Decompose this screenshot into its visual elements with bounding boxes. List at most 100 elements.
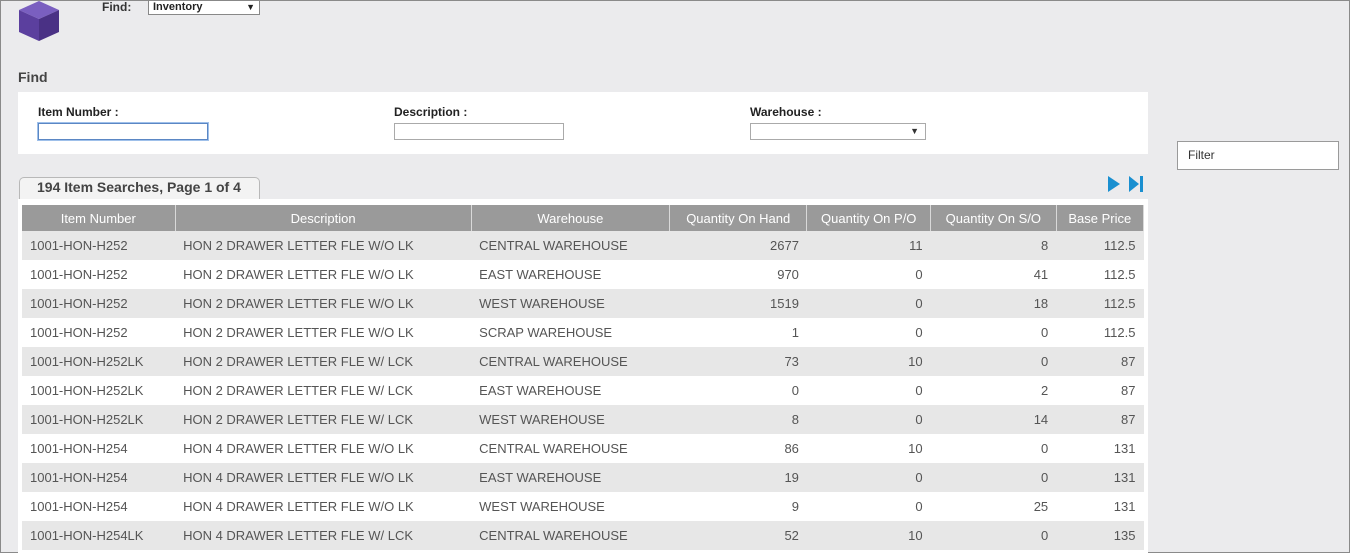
column-header[interactable]: Warehouse (471, 205, 671, 231)
table-cell: 10 (806, 347, 931, 376)
table-cell: HON 4 DRAWER LETTER FLE W/ LCK (175, 521, 472, 550)
table-cell: 1001-HON-H252 (22, 318, 176, 347)
table-cell: 131 (1056, 434, 1144, 463)
table-cell: 87 (1056, 347, 1144, 376)
next-page-icon[interactable] (1106, 174, 1122, 194)
table-row[interactable]: 1001-HON-H254LK HON 4 DRAWER LETTER FLE W… (22, 521, 1144, 550)
table-cell: 0 (806, 260, 931, 289)
table-cell: HON 4 DRAWER LETTER FLE W/O LK (175, 463, 472, 492)
table-body: 1001-HON-H252 HON 2 DRAWER LETTER FLE W/O… (22, 231, 1144, 550)
table-cell: 1001-HON-H252 (22, 289, 176, 318)
table-cell: 87 (1056, 405, 1144, 434)
table-row[interactable]: 1001-HON-H254 HON 4 DRAWER LETTER FLE W/O… (22, 492, 1144, 521)
table-cell: 135 (1056, 521, 1144, 550)
table-cell: 0 (806, 318, 931, 347)
table-cell: 131 (1056, 492, 1144, 521)
find-select[interactable]: Inventory ▼ (148, 0, 260, 15)
table-cell: 1001-HON-H254 (22, 434, 176, 463)
table-cell: 1001-HON-H252LK (22, 376, 176, 405)
column-header[interactable]: Description (175, 205, 472, 231)
description-input[interactable] (394, 123, 564, 140)
table-cell: 0 (806, 463, 931, 492)
table-cell: HON 2 DRAWER LETTER FLE W/ LCK (175, 347, 472, 376)
results-tab[interactable]: 194 Item Searches, Page 1 of 4 (19, 177, 260, 199)
table-cell: 1001-HON-H254LK (22, 521, 176, 550)
item-number-label: Item Number : (38, 105, 119, 119)
column-header[interactable]: Quantity On P/O (806, 205, 932, 231)
table-cell: HON 4 DRAWER LETTER FLE W/O LK (175, 434, 472, 463)
table-cell: 11 (806, 231, 931, 260)
table-cell: EAST WAREHOUSE (471, 260, 670, 289)
table-cell: 1001-HON-H254 (22, 492, 176, 521)
cube-icon (19, 1, 59, 41)
dropdown-arrow-icon: ▼ (910, 126, 919, 136)
table-cell: 970 (669, 260, 807, 289)
table-header-row: Item Number Description Warehouse Quantity … (22, 205, 1145, 231)
table-cell: 0 (669, 376, 807, 405)
table-cell: WEST WAREHOUSE (471, 405, 670, 434)
table-cell: 0 (930, 318, 1057, 347)
find-label: Find: (102, 0, 132, 14)
table-row[interactable]: 1001-HON-H252LK HON 2 DRAWER LETTER FLE W… (22, 405, 1144, 434)
table-cell: 2677 (669, 231, 807, 260)
table-row[interactable]: 1001-HON-H252 HON 2 DRAWER LETTER FLE W/O… (22, 260, 1144, 289)
table-cell: 1519 (669, 289, 807, 318)
table-cell: 87 (1056, 376, 1144, 405)
table-cell: 0 (806, 289, 931, 318)
table-cell: 0 (930, 434, 1057, 463)
table-cell: HON 2 DRAWER LETTER FLE W/O LK (175, 318, 472, 347)
table-cell: 18 (930, 289, 1057, 318)
table-row[interactable]: 1001-HON-H252 HON 2 DRAWER LETTER FLE W/O… (22, 289, 1144, 318)
table-cell: 19 (669, 463, 807, 492)
table-row[interactable]: 1001-HON-H254 HON 4 DRAWER LETTER FLE W/O… (22, 463, 1144, 492)
table-row[interactable]: 1001-HON-H254 HON 4 DRAWER LETTER FLE W/O… (22, 434, 1144, 463)
table-cell: 0 (806, 405, 931, 434)
last-page-icon[interactable] (1128, 174, 1144, 194)
table-cell: 10 (806, 434, 931, 463)
table-cell: 14 (930, 405, 1057, 434)
search-panel: Item Number : Description : Warehouse : … (18, 92, 1148, 154)
column-header[interactable]: Quantity On S/O (930, 205, 1057, 231)
filter-button[interactable]: Filter (1177, 141, 1339, 170)
table-row[interactable]: 1001-HON-H252 HON 2 DRAWER LETTER FLE W/O… (22, 318, 1144, 347)
table-cell: 1001-HON-H252LK (22, 405, 176, 434)
table-cell: HON 4 DRAWER LETTER FLE W/O LK (175, 492, 472, 521)
section-title: Find (18, 69, 48, 85)
table-cell: HON 2 DRAWER LETTER FLE W/O LK (175, 260, 472, 289)
column-header[interactable]: Item Number (22, 205, 176, 231)
table-cell: HON 2 DRAWER LETTER FLE W/ LCK (175, 405, 472, 434)
table-row[interactable]: 1001-HON-H252 HON 2 DRAWER LETTER FLE W/O… (22, 231, 1144, 260)
warehouse-label: Warehouse : (750, 105, 822, 119)
table-cell: CENTRAL WAREHOUSE (471, 347, 670, 376)
table-cell: 1001-HON-H252LK (22, 347, 176, 376)
table-cell: 0 (930, 347, 1057, 376)
find-select-value: Inventory (153, 1, 203, 13)
table-cell: WEST WAREHOUSE (471, 492, 670, 521)
table-cell: 25 (930, 492, 1057, 521)
table-cell: SCRAP WAREHOUSE (471, 318, 670, 347)
table-cell: 1001-HON-H252 (22, 260, 176, 289)
results-table: Item Number Description Warehouse Quantity … (22, 205, 1145, 550)
table-cell: 86 (669, 434, 807, 463)
table-row[interactable]: 1001-HON-H252LK HON 2 DRAWER LETTER FLE W… (22, 347, 1144, 376)
table-cell: HON 2 DRAWER LETTER FLE W/ LCK (175, 376, 472, 405)
table-cell: 8 (930, 231, 1057, 260)
table-cell: 1 (669, 318, 807, 347)
table-cell: 0 (806, 492, 931, 521)
table-cell: 2 (930, 376, 1057, 405)
table-cell: 0 (930, 463, 1057, 492)
table-row[interactable]: 1001-HON-H252LK HON 2 DRAWER LETTER FLE W… (22, 376, 1144, 405)
column-header[interactable]: Quantity On Hand (669, 205, 808, 231)
table-cell: 1001-HON-H254 (22, 463, 176, 492)
table-cell: 9 (669, 492, 807, 521)
table-cell: WEST WAREHOUSE (471, 289, 670, 318)
table-cell: EAST WAREHOUSE (471, 463, 670, 492)
warehouse-select[interactable]: ▼ (750, 123, 926, 140)
results-panel: Item Number Description Warehouse Quantity … (18, 199, 1148, 553)
table-cell: 8 (669, 405, 807, 434)
table-cell: CENTRAL WAREHOUSE (471, 434, 670, 463)
table-cell: 112.5 (1056, 289, 1144, 318)
table-cell: CENTRAL WAREHOUSE (471, 521, 670, 550)
column-header[interactable]: Base Price (1056, 205, 1145, 231)
item-number-input[interactable] (38, 123, 208, 140)
